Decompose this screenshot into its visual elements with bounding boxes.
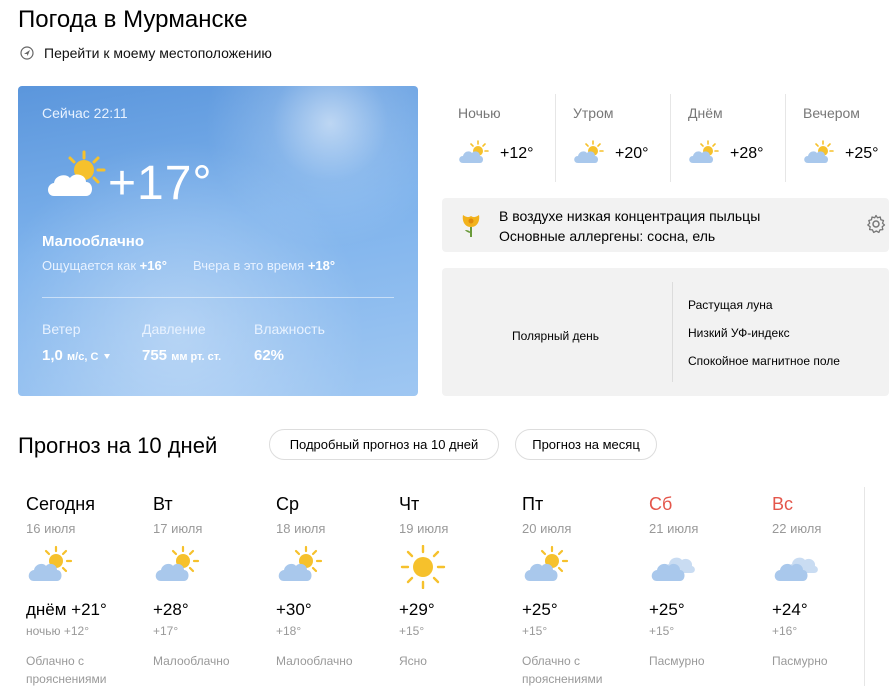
wind-label: Ветер (42, 321, 81, 337)
pollen-level: В воздухе низкая концентрация пыльцы (499, 208, 761, 224)
partly-cloudy-icon (153, 545, 273, 589)
detailed-forecast-button[interactable]: Подробный прогноз на 10 дней (269, 429, 499, 460)
wind-direction-icon (103, 354, 110, 359)
partly-cloudy-icon (688, 140, 720, 169)
sun-icon (399, 544, 519, 590)
page-title: Погода в Мурманске (18, 6, 248, 33)
forecast-day[interactable]: Чт 19 июля +29° +15° Ясно (399, 494, 519, 670)
polar-day: Полярный день (512, 329, 600, 343)
partly-cloudy-icon (26, 545, 146, 589)
astro-info-panel: Полярный день Растущая луна Низкий УФ-ин… (442, 268, 889, 396)
current-weather-card[interactable]: Сейчас 22:11 +17° Малооблачно Ощущается … (18, 86, 418, 396)
current-time: Сейчас 22:11 (42, 105, 128, 121)
divider (42, 297, 394, 298)
magnetic-field: Спокойное магнитное поле (688, 354, 840, 368)
flower-icon (458, 211, 484, 244)
forecast-title: Прогноз на 10 дней (18, 433, 218, 458)
day-part-day[interactable]: Днём +28° (672, 94, 787, 182)
day-part-morning[interactable]: Утром +20° (557, 94, 672, 182)
current-temperature: +17° (108, 157, 213, 210)
moon-phase: Растущая луна (688, 298, 773, 312)
humidity-label: Влажность (254, 321, 325, 337)
forecast-day[interactable]: Сегодня 16 июля днём +21° ночью +12° Обл… (26, 494, 146, 688)
pollen-panel[interactable]: В воздухе низкая концентрация пыльцы Осн… (442, 198, 889, 252)
forecast-day[interactable]: Пт 20 июля +25° +15° Облачно с прояснени… (522, 494, 642, 688)
pressure-label: Давление (142, 321, 206, 337)
forecast-day[interactable]: Ср 18 июля +30° +18° Малооблачно (276, 494, 396, 670)
humidity-value: 62% (254, 347, 285, 364)
cloudy-icon (772, 545, 889, 589)
forecast-day[interactable]: Вс 22 июля +24° +16° Пасмурно (772, 494, 889, 670)
divider (864, 487, 865, 686)
location-icon (20, 46, 34, 60)
month-forecast-button[interactable]: Прогноз на месяц (515, 429, 657, 460)
uv-index: Низкий УФ-индекс (688, 326, 790, 340)
pollen-allergens: Основные аллергены: сосна, ель (499, 228, 716, 244)
day-parts: Ночью +12° Утром +20° Днём +28° Вечером … (442, 94, 889, 182)
day-part-evening[interactable]: Вечером +25° (787, 94, 889, 182)
partly-cloudy-icon (803, 140, 835, 169)
divider (672, 282, 673, 382)
day-part-night[interactable]: Ночью +12° (442, 94, 557, 182)
feels-like: Ощущается как +16° (42, 258, 167, 273)
gear-icon[interactable] (866, 214, 886, 239)
wind-value: 1,0 м/с, С (42, 347, 111, 364)
geo-link-label: Перейти к моему местоположению (44, 45, 272, 61)
partly-cloudy-icon (44, 148, 108, 205)
geo-link[interactable]: Перейти к моему местоположению (20, 45, 272, 61)
forecast-day[interactable]: Вт 17 июля +28° +17° Малооблачно (153, 494, 273, 670)
partly-cloudy-icon (458, 140, 490, 169)
cloudy-icon (649, 545, 769, 589)
pressure-value: 755 мм рт. ст. (142, 347, 222, 364)
current-condition: Малооблачно (42, 233, 144, 250)
partly-cloudy-icon (276, 545, 396, 589)
forecast-day[interactable]: Сб 21 июля +25° +15° Пасмурно (649, 494, 769, 670)
partly-cloudy-icon (573, 140, 605, 169)
partly-cloudy-icon (522, 545, 642, 589)
yesterday-temp: Вчера в это время +18° (193, 258, 336, 273)
